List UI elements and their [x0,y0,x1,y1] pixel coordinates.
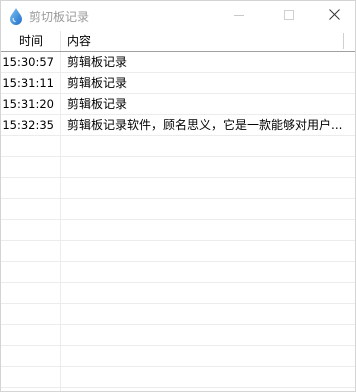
minimize-button[interactable] [216,1,262,30]
empty-row [1,157,355,178]
cell-content: 剪辑板记录软件，顾名思义，它是一款能够对用户... [67,118,343,132]
title-bar[interactable]: 剪切板记录 [1,1,355,31]
table-row[interactable]: 15:30:57 剪辑板记录 [1,52,355,73]
empty-row [1,346,355,367]
cell-content: 剪辑板记录 [67,97,128,111]
maximize-button[interactable] [266,1,312,30]
cell-time: 15:31:11 [2,76,54,90]
cell-time: 15:30:57 [2,55,54,69]
empty-row [1,199,355,220]
empty-row [1,325,355,346]
table-row[interactable]: 15:31:11 剪辑板记录 [1,73,355,94]
maximize-icon [284,9,294,23]
clipboard-history-table[interactable]: 时间 内容 15:30:57 剪辑板记录 15:31:11 剪辑板记录 15:3… [1,31,355,391]
empty-row [1,283,355,304]
minimize-icon [234,9,244,23]
column-header-content[interactable]: 内容 [67,31,91,51]
app-window: 剪切板记录 时间 内容 15:30:57 剪辑板记录 15:31:11 剪辑板记… [0,0,356,392]
empty-row [1,262,355,283]
empty-row [1,136,355,157]
table-header: 时间 内容 [1,31,355,52]
cell-content: 剪辑板记录 [67,55,128,69]
window-title: 剪切板记录 [29,10,90,24]
water-drop-icon [9,7,23,25]
table-body: 15:30:57 剪辑板记录 15:31:11 剪辑板记录 15:31:20 剪… [1,52,355,388]
close-button[interactable] [311,1,356,30]
column-header-time[interactable]: 时间 [19,31,43,51]
empty-row [1,367,355,388]
close-icon [328,8,340,23]
column-divider[interactable] [60,31,61,51]
cell-time: 15:31:20 [2,97,54,111]
empty-row [1,304,355,325]
table-row[interactable]: 15:32:35 剪辑板记录软件，顾名思义，它是一款能够对用户... [1,115,355,136]
cell-content: 剪辑板记录 [67,76,128,90]
empty-row [1,220,355,241]
column-divider-end[interactable] [343,33,344,49]
empty-row [1,178,355,199]
empty-row [1,241,355,262]
cell-time: 15:32:35 [2,118,54,132]
table-row[interactable]: 15:31:20 剪辑板记录 [1,94,355,115]
